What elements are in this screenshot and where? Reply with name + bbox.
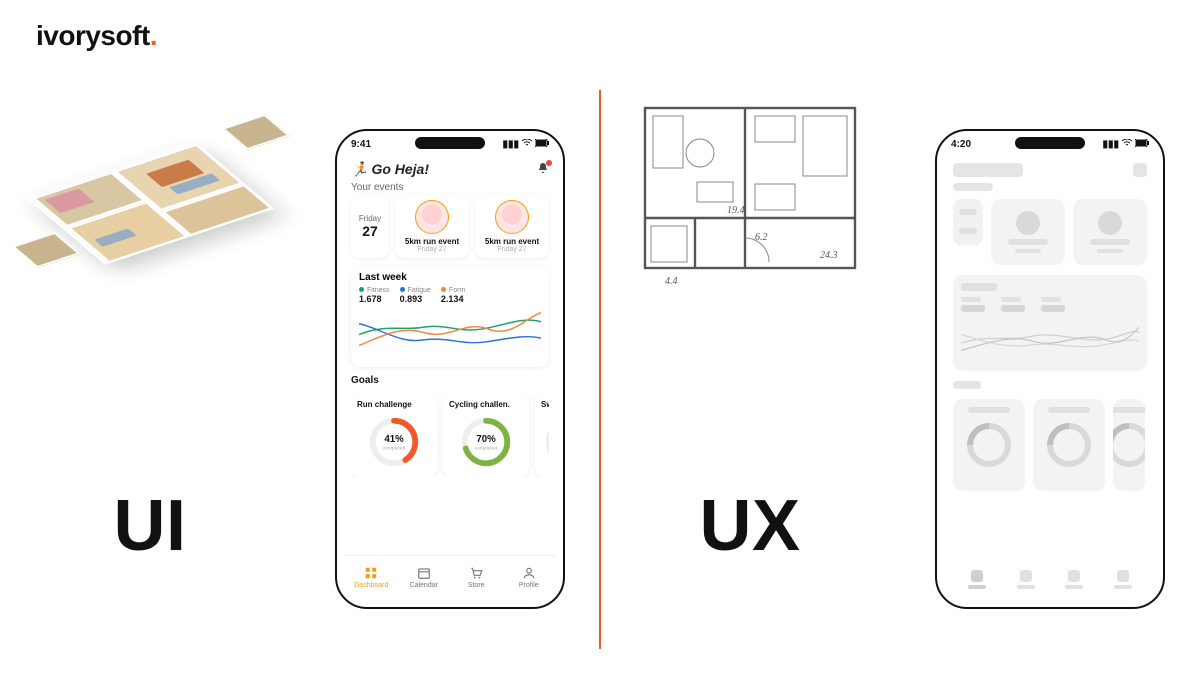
brand-logo: ivorysoft. [36,20,157,52]
goal-sub: completed [475,445,498,451]
date-weekday: Friday [359,214,381,223]
tab-label: Store [468,582,485,589]
legend-form: Form [449,287,465,294]
goal-title: Cycling challen. [449,400,523,409]
wf-event-card[interactable] [1073,199,1147,265]
event-title: 5km run event [485,237,539,246]
tab-label: Dashboard [354,582,388,589]
wf-tab[interactable] [1017,570,1035,589]
phone-ui-mock: 9:41 ▮▮▮ 🏃Go Heja! [335,129,565,609]
fp-label-hall: 6.2 [755,232,768,243]
wf-title-placeholder [953,163,1023,177]
signal-icon: ▮▮▮ [1102,139,1119,150]
ux-label: UX [699,485,800,567]
tab-bar: Dashboard Calendar Store Profile [345,555,555,599]
tab-label: Calendar [410,582,438,589]
user-icon [522,566,536,580]
event-card[interactable]: 5km run event Friday 27 [395,195,469,258]
events-section-label: Your events [345,182,555,195]
tab-profile[interactable]: Profile [503,556,556,599]
lastweek-card: Last week Fitness1.678 Fatigue0.893 Form… [351,266,549,367]
event-subtitle: Friday 27 [497,246,526,253]
floor-plan-illustration: 19.4 6.2 24.3 4.4 [635,98,865,308]
date-day: 27 [362,223,378,239]
event-card[interactable]: 5km run event Friday 27 [475,195,549,258]
calendar-icon [417,566,431,580]
goal-card[interactable]: Swimmi 2 [535,394,549,477]
goal-percent: 70% [476,434,496,445]
wf-tab[interactable] [1114,570,1132,589]
wifi-icon [522,139,532,150]
legend-fatigue-value: 0.893 [400,294,431,304]
lastweek-legend: Fitness1.678 Fatigue0.893 Form2.134 [359,287,541,304]
event-thumb-icon [495,200,529,234]
wf-goal-card[interactable] [953,399,1025,491]
battery-icon [535,139,549,150]
legend-fitness: Fitness [367,287,390,294]
notifications-icon[interactable] [537,162,549,177]
statusbar-time: 9:41 [351,139,371,150]
goal-card[interactable]: Cycling challen. 70% completed [443,394,529,477]
ui-label: UI [114,485,187,567]
wf-date-chip[interactable] [953,199,983,245]
goal-title: Swimmi [541,400,549,409]
notification-badge [546,160,552,166]
brand-name: ivorysoft [36,20,150,51]
app-title: 🏃Go Heja! [351,161,429,178]
phone-ux-wireframe: 4:20 ▮▮▮ [935,129,1165,609]
wf-section-label [953,183,993,191]
goal-card[interactable]: Run challenge 41% completed [351,394,437,477]
runner-icon: 🏃 [351,161,368,177]
goals-title: Goals [345,375,555,388]
event-thumb-icon [415,200,449,234]
status-bar: 9:41 ▮▮▮ [351,139,549,150]
goal-sub: completed [383,445,406,451]
fp-label-bedroom: 24.3 [820,250,838,261]
wf-tab[interactable] [968,570,986,589]
wf-tab-bar [953,561,1147,599]
goal-title: Run challenge [357,400,431,409]
fp-label-living: 19.4 [727,205,745,216]
event-title: 5km run event [405,237,459,246]
wf-header [953,163,1147,177]
lastweek-chart [359,306,541,354]
house-3d-illustration [20,98,280,308]
cart-icon [469,566,483,580]
legend-fitness-value: 1.678 [359,294,390,304]
legend-fatigue: Fatigue [408,287,431,294]
tab-calendar[interactable]: Calendar [398,556,451,599]
wf-tab[interactable] [1065,570,1083,589]
wf-goal-card[interactable] [1113,399,1145,491]
wifi-icon [1122,139,1132,150]
tab-label: Profile [519,582,539,589]
wf-goals-label [953,381,981,389]
signal-icon: ▮▮▮ [502,139,519,150]
brand-dot-icon: . [150,20,157,51]
status-bar: 4:20 ▮▮▮ [951,139,1149,150]
fp-label-bath: 4.4 [665,276,678,287]
grid-icon [364,566,378,580]
event-subtitle: Friday 27 [417,246,446,253]
wf-event-card[interactable] [991,199,1065,265]
tab-store[interactable]: Store [450,556,503,599]
legend-form-value: 2.134 [441,294,465,304]
panel-ux: 19.4 6.2 24.3 4.4 UX 4:20 ▮▮▮ [600,90,1200,647]
wf-action-placeholder[interactable] [1133,163,1147,177]
panel-ui: UI 9:41 ▮▮▮ � [0,90,600,647]
wf-chart-panel [953,275,1147,371]
lastweek-title: Last week [359,272,541,283]
goals-row: Run challenge 41% completed Cycling chal… [351,394,549,477]
wf-goal-card[interactable] [1033,399,1105,491]
tab-dashboard[interactable]: Dashboard [345,556,398,599]
statusbar-time: 4:20 [951,139,971,150]
wf-chart [961,316,1139,358]
app-header: 🏃Go Heja! [345,159,555,182]
battery-icon [1135,139,1149,150]
goal-percent: 41% [384,434,404,445]
date-chip[interactable]: Friday 27 [351,195,389,258]
